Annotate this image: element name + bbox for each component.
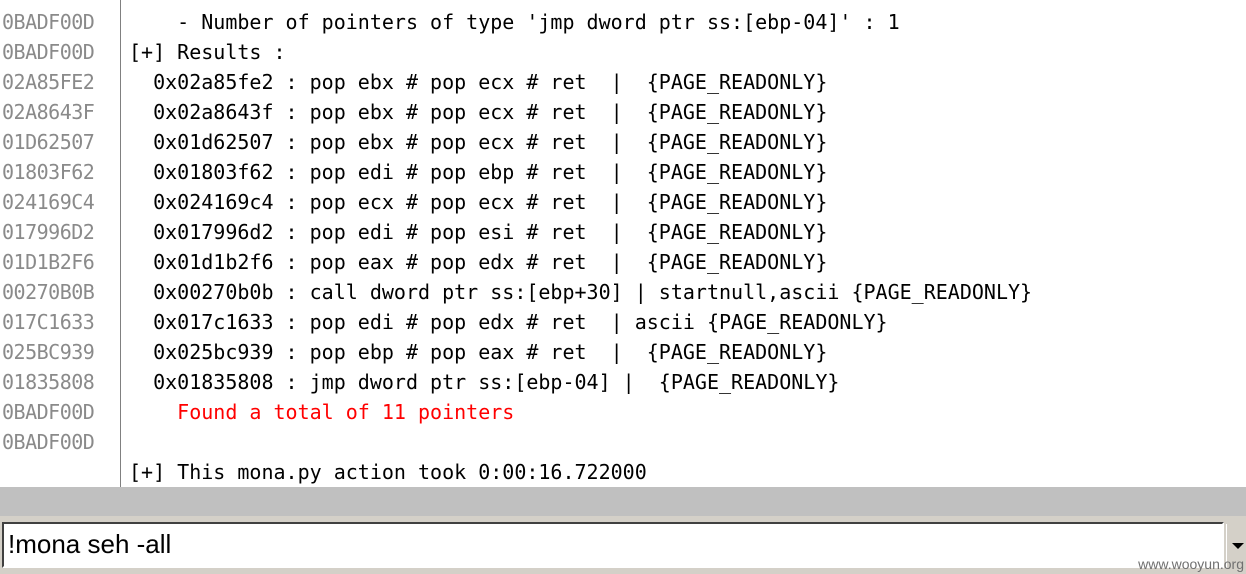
log-row[interactable]: 02A8643F 0x02a8643f : pop ebx # pop ecx … [0, 97, 1246, 127]
log-row-address: 017C1633 [2, 310, 95, 334]
log-row-message: 0x01835808 : jmp dword ptr ss:[ebp-04] |… [129, 370, 840, 394]
log-row[interactable]: 01D1B2F6 0x01d1b2f6 : pop eax # pop edx … [0, 247, 1246, 277]
command-bar: !mona seh -all www.wooyun.org [0, 516, 1246, 574]
chevron-down-icon [1232, 543, 1244, 549]
log-row-address: 024169C4 [2, 190, 95, 214]
immunity-debugger-log-window: 0BADF00D - Number of pointers of type 'j… [0, 0, 1246, 574]
log-row-message: 0x024169c4 : pop ecx # pop ecx # ret | {… [129, 190, 828, 214]
log-row[interactable]: 024169C4 0x024169c4 : pop ecx # pop ecx … [0, 187, 1246, 217]
log-row-address: 0BADF00D [2, 10, 95, 34]
log-pane[interactable]: 0BADF00D - Number of pointers of type 'j… [0, 0, 1246, 487]
command-input[interactable]: !mona seh -all [2, 522, 1224, 568]
log-row-message: 0x01d62507 : pop ebx # pop ecx # ret | {… [129, 130, 828, 154]
log-row-address: 02A8643F [2, 100, 95, 124]
log-row-message: 0x025bc939 : pop ebp # pop eax # ret | {… [129, 340, 828, 364]
log-row[interactable]: 02A85FE2 0x02a85fe2 : pop ebx # pop ecx … [0, 67, 1246, 97]
log-row[interactable]: 01835808 0x01835808 : jmp dword ptr ss:[… [0, 367, 1246, 397]
log-row-address: 025BC939 [2, 340, 95, 364]
log-row[interactable]: 01D62507 0x01d62507 : pop ebx # pop ecx … [0, 127, 1246, 157]
log-row-message: 0x01803f62 : pop edi # pop ebp # ret | {… [129, 160, 828, 184]
log-row[interactable]: 00270B0B 0x00270b0b : call dword ptr ss:… [0, 277, 1246, 307]
log-row-message: 0x01d1b2f6 : pop eax # pop edx # ret | {… [129, 250, 828, 274]
log-row[interactable]: 01803F62 0x01803f62 : pop edi # pop ebp … [0, 157, 1246, 187]
log-row-message: [+] Results : [129, 40, 286, 64]
log-row-address: 0BADF00D [2, 400, 95, 424]
log-row[interactable]: 017C1633 0x017c1633 : pop edi # pop edx … [0, 307, 1246, 337]
log-row[interactable]: 0BADF00D - Number of pointers of type 'j… [0, 7, 1246, 37]
log-row-message: 0x017c1633 : pop edi # pop edx # ret | a… [129, 310, 888, 334]
log-row[interactable]: 0BADF00D [0, 427, 1246, 457]
log-row[interactable]: 017996D2 0x017996d2 : pop edi # pop esi … [0, 217, 1246, 247]
log-row-message: 0x017996d2 : pop edi # pop esi # ret | {… [129, 220, 828, 244]
column-divider [120, 0, 121, 516]
log-row-address: 00270B0B [2, 280, 95, 304]
log-row-address: 0BADF00D [2, 430, 95, 454]
log-row-message: 0x02a8643f : pop ebx # pop ecx # ret | {… [129, 100, 828, 124]
log-row-message: - Number of pointers of type 'jmp dword … [129, 10, 900, 34]
log-row[interactable]: 025BC939 0x025bc939 : pop ebp # pop eax … [0, 337, 1246, 367]
log-row-message: 0x00270b0b : call dword ptr ss:[ebp+30] … [129, 280, 1033, 304]
log-row-message: 0x02a85fe2 : pop ebx # pop ecx # ret | {… [129, 70, 828, 94]
watermark: www.wooyun.org [1138, 556, 1244, 572]
log-row-address: 02A85FE2 [2, 70, 95, 94]
log-row[interactable]: 0BADF00D [+] Results : [0, 37, 1246, 67]
log-row-address: 01835808 [2, 370, 95, 394]
log-row[interactable]: 0BADF00D Found a total of 11 pointers [0, 397, 1246, 427]
log-row-message: Found a total of 11 pointers [129, 400, 515, 424]
log-row-message: [+] This mona.py action took 0:00:16.722… [129, 460, 647, 484]
log-row[interactable]: [+] This mona.py action took 0:00:16.722… [0, 457, 1246, 487]
log-row-address: 017996D2 [2, 220, 95, 244]
log-row-address: 0BADF00D [2, 40, 95, 64]
log-row-address: 01803F62 [2, 160, 95, 184]
log-footer-band [0, 487, 1246, 516]
log-row-address: 01D1B2F6 [2, 250, 95, 274]
log-row-address: 01D62507 [2, 130, 95, 154]
